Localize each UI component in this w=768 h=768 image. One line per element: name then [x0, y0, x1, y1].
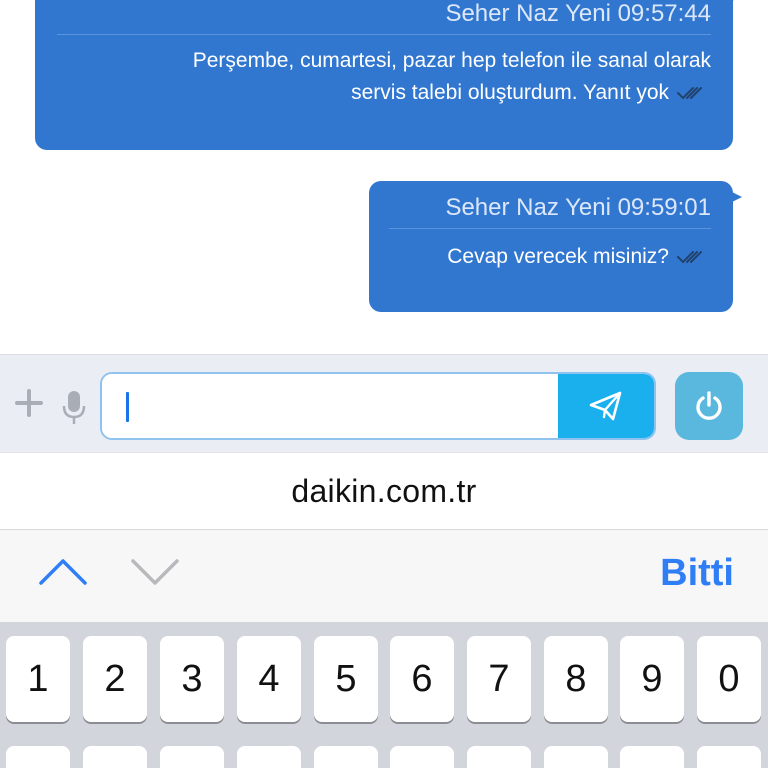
message-meta: Seher Naz Yeni 09:59:01 [389, 194, 711, 222]
paper-plane-icon [589, 391, 622, 421]
message-text: Cevap verecek misiniz? [389, 241, 711, 273]
key-9[interactable]: 9 [620, 636, 684, 722]
keyboard-key[interactable] [544, 746, 608, 768]
keyboard-key[interactable] [6, 746, 70, 768]
message-bubble[interactable]: Seher Naz Yeni 09:59:01 Cevap verecek mi… [369, 181, 742, 312]
key-8[interactable]: 8 [544, 636, 608, 722]
keyboard-key[interactable] [83, 746, 147, 768]
keyboard-key[interactable] [160, 746, 224, 768]
page-domain: daikin.com.tr [291, 472, 477, 509]
microphone-icon[interactable] [62, 390, 86, 426]
message-time: 09:57:44 [617, 0, 711, 27]
bubble-tail [730, 191, 742, 203]
message-sender: Seher Naz Yeni [445, 194, 611, 221]
chat-messages-area[interactable]: Seher Naz Yeni 09:57:44 Perşembe, cumart… [0, 0, 768, 354]
keyboard-key[interactable] [237, 746, 301, 768]
key-2[interactable]: 2 [83, 636, 147, 722]
message-sender: Seher Naz Yeni [445, 0, 611, 27]
browser-address-bar[interactable]: daikin.com.tr [0, 452, 768, 530]
message-line: Cevap verecek misiniz? [447, 245, 669, 268]
message-time: 09:59:01 [617, 194, 711, 221]
key-7[interactable]: 7 [467, 636, 531, 722]
bubble-tail [730, 0, 742, 2]
message-divider [57, 34, 711, 35]
chevron-up-icon[interactable] [38, 556, 88, 588]
keyboard-key[interactable] [314, 746, 378, 768]
message-meta: Seher Naz Yeni 09:57:44 [57, 0, 711, 28]
chevron-down-icon[interactable] [130, 556, 180, 588]
message-input-wrapper [100, 372, 656, 440]
keyboard-key[interactable] [697, 746, 761, 768]
plus-icon[interactable] [14, 388, 44, 418]
key-1[interactable]: 1 [6, 636, 70, 722]
double-check-icon [677, 87, 702, 100]
key-6[interactable]: 6 [390, 636, 454, 722]
key-4[interactable]: 4 [237, 636, 301, 722]
key-3[interactable]: 3 [160, 636, 224, 722]
text-caret [126, 392, 129, 422]
double-check-icon [677, 251, 702, 264]
keyboard-key[interactable] [390, 746, 454, 768]
keyboard-key[interactable] [467, 746, 531, 768]
send-button[interactable] [558, 374, 654, 438]
message-line: servis talebi oluşturdum. Yanıt yok [351, 81, 669, 104]
power-button[interactable] [675, 372, 743, 440]
done-button[interactable]: Bitti [660, 550, 734, 596]
power-icon [696, 391, 722, 420]
message-line: Perşembe, cumartesi, pazar hep telefon i… [192, 49, 711, 72]
message-line-with-status: servis talebi oluşturdum. Yanıt yok [57, 77, 711, 109]
keyboard-key[interactable] [620, 746, 684, 768]
message-text: Perşembe, cumartesi, pazar hep telefon i… [57, 45, 711, 109]
message-line-with-status: Cevap verecek misiniz? [389, 241, 711, 273]
key-0[interactable]: 0 [697, 636, 761, 722]
message-divider [389, 228, 711, 229]
form-input-accessory-bar [0, 530, 768, 622]
message-input[interactable] [102, 374, 560, 438]
message-bubble[interactable]: Seher Naz Yeni 09:57:44 Perşembe, cumart… [35, 0, 742, 150]
key-5[interactable]: 5 [314, 636, 378, 722]
